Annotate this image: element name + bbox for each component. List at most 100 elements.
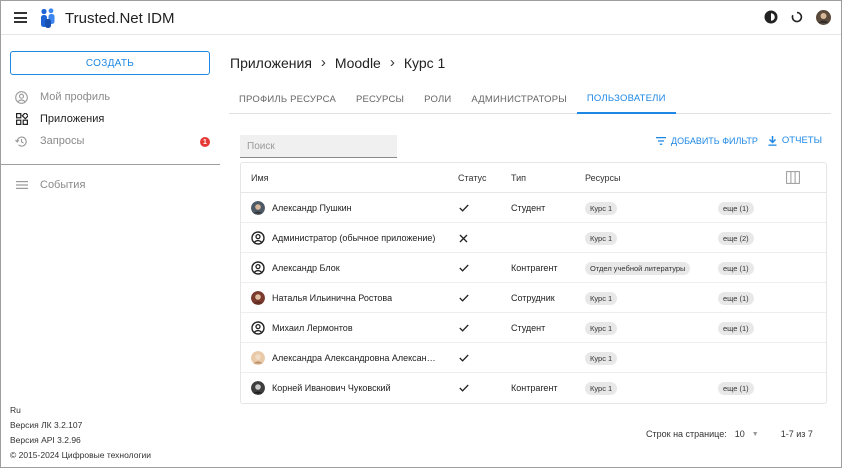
more-resources-chip[interactable]: еще (1): [718, 201, 754, 215]
column-header-resources[interactable]: Ресурсы: [585, 173, 621, 183]
tab-users[interactable]: Пользователи: [576, 84, 676, 114]
sidebar: Создать Мой профиль Приложения Запросы 1…: [1, 36, 220, 467]
type-cell: Контрагент: [511, 253, 558, 283]
pagination: Строк на странице: 10 ▼ 1-7 из 7: [646, 429, 813, 439]
chevron-right-icon: ›: [320, 54, 326, 71]
avatar: [251, 201, 265, 215]
rows-per-page-select[interactable]: 10 ▼: [735, 429, 759, 439]
theme-icon[interactable]: [763, 9, 779, 25]
user-name[interactable]: Александр Пушкин: [272, 203, 352, 213]
resources-cell: Курс 1: [585, 283, 618, 313]
more-cell: еще (2): [718, 223, 754, 253]
sidebar-item-label: События: [40, 179, 86, 191]
resource-chip[interactable]: Курс 1: [585, 201, 618, 215]
avatar: [251, 381, 265, 395]
account-circle-icon: [251, 321, 265, 335]
breadcrumb-item[interactable]: Moodle: [335, 55, 381, 71]
more-cell: еще (1): [718, 253, 754, 283]
status-cell: [459, 193, 469, 223]
tab-bar: Профиль ресурса Ресурсы Роли Администрат…: [229, 84, 831, 114]
resource-chip[interactable]: Курс 1: [585, 291, 618, 305]
user-name[interactable]: Александр Блок: [272, 263, 340, 273]
user-name[interactable]: Александра Александровна Александрова: [272, 353, 437, 363]
close-icon: [459, 234, 468, 242]
resources-cell: Курс 1: [585, 193, 618, 223]
download-icon: [768, 135, 777, 146]
sidebar-item-requests[interactable]: Запросы: [15, 133, 84, 149]
user-name[interactable]: Наталья Ильинична Ростова: [272, 293, 392, 303]
account-circle-icon: [251, 261, 265, 275]
user-name[interactable]: Михаил Лермонтов: [272, 323, 353, 333]
requests-badge: 1: [200, 137, 210, 147]
table-header: Имя Статус Тип Ресурсы: [241, 163, 826, 193]
status-cell: [459, 313, 469, 343]
sidebar-item-apps[interactable]: Приложения: [15, 111, 104, 127]
column-header-name[interactable]: Имя: [251, 173, 269, 183]
breadcrumb-item[interactable]: Приложения: [230, 55, 312, 71]
breadcrumb: Приложения › Moodle › Курс 1: [230, 54, 445, 71]
reports-label: Отчеты: [781, 135, 822, 146]
sidebar-item-profile[interactable]: Мой профиль: [15, 89, 110, 105]
columns-icon[interactable]: [786, 171, 800, 184]
user-name-cell: Корней Иванович Чуковский: [251, 373, 391, 403]
table-row[interactable]: Александр Блок Контрагент Отдел учебной ли…: [241, 253, 826, 283]
user-name-cell: Александра Александровна Александрова: [251, 343, 437, 373]
more-resources-chip[interactable]: еще (1): [718, 261, 754, 275]
add-filter-button[interactable]: Добавить фильтр: [656, 136, 758, 146]
resource-chip[interactable]: Курс 1: [585, 351, 618, 365]
table-row[interactable]: Наталья Ильинична Ростова Сотрудник Курс 1…: [241, 283, 826, 313]
user-name-cell: Александр Блок: [251, 253, 340, 283]
user-avatar[interactable]: [815, 9, 831, 25]
resource-chip[interactable]: Отдел учебной литературы: [585, 261, 691, 275]
sidebar-item-label: Запросы: [40, 135, 85, 147]
tab-roles[interactable]: Роли: [414, 84, 461, 114]
more-resources-chip[interactable]: еще (2): [718, 231, 754, 245]
avatar: [251, 291, 265, 305]
tab-admins[interactable]: Администраторы: [461, 84, 576, 114]
more-resources-chip[interactable]: еще (1): [718, 381, 754, 395]
user-name[interactable]: Администратор (обычное приложение): [272, 233, 435, 243]
tab-resources[interactable]: Ресурсы: [346, 84, 414, 114]
tab-resource-profile[interactable]: Профиль ресурса: [229, 84, 346, 114]
table-row[interactable]: Александра Александровна Александрова Кур…: [241, 343, 826, 373]
check-icon: [459, 294, 469, 302]
menu-icon[interactable]: [14, 12, 27, 23]
apps-icon: [15, 113, 28, 126]
avatar: [251, 351, 265, 365]
sidebar-item-events[interactable]: События: [15, 177, 85, 193]
status-cell: [459, 253, 469, 283]
column-header-status[interactable]: Статус: [458, 173, 486, 183]
check-icon: [459, 354, 469, 362]
sidebar-item-label: Мой профиль: [40, 91, 111, 103]
resource-chip[interactable]: Курс 1: [585, 321, 618, 335]
resource-chip[interactable]: Курс 1: [585, 231, 618, 245]
column-header-type[interactable]: Тип: [511, 173, 526, 183]
user-name[interactable]: Корней Иванович Чуковский: [272, 383, 391, 393]
table-row[interactable]: Александр Пушкин Студент Курс 1 еще (1): [241, 193, 826, 223]
resources-cell: Курс 1: [585, 223, 618, 253]
status-cell: [459, 223, 468, 253]
more-cell: еще (1): [718, 373, 754, 403]
resource-chip[interactable]: Курс 1: [585, 381, 618, 395]
check-icon: [459, 204, 469, 212]
resources-cell: Курс 1: [585, 343, 618, 373]
more-resources-chip[interactable]: еще (1): [718, 321, 754, 335]
create-button[interactable]: Создать: [10, 51, 210, 75]
status-cell: [459, 373, 469, 403]
more-cell: еще (1): [718, 313, 754, 343]
table-row[interactable]: Михаил Лермонтов Студент Курс 1 еще (1): [241, 313, 826, 343]
sidebar-footer: Ru Версия ЛК 3.2.107 Версия API 3.2.96 ©…: [10, 403, 151, 463]
table-row[interactable]: Корней Иванович Чуковский Контрагент Курс …: [241, 373, 826, 403]
chevron-down-icon: ▼: [751, 430, 759, 438]
more-resources-chip[interactable]: еще (1): [718, 291, 754, 305]
check-icon: [459, 384, 469, 392]
search-input[interactable]: [240, 140, 397, 152]
language-switch[interactable]: Ru: [10, 403, 151, 418]
type-cell: Контрагент: [511, 373, 558, 403]
check-icon: [459, 264, 469, 272]
table-row[interactable]: Администратор (обычное приложение) Курс 1…: [241, 223, 826, 253]
reports-button[interactable]: Отчеты: [768, 135, 822, 146]
type-cell: Студент: [511, 193, 545, 223]
user-type: Сотрудник: [511, 293, 555, 303]
refresh-icon[interactable]: [789, 9, 805, 25]
